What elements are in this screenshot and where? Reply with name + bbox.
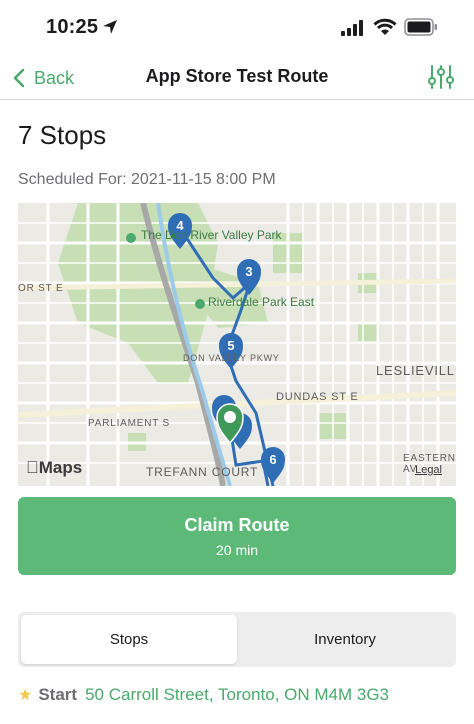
navigation-bar: Back App Store Test Route [0,56,474,100]
map-legal-link[interactable]: Legal [415,464,442,476]
map-label-street: DUNDAS ST E [276,391,359,403]
map-label-park: Riverdale Park East [208,295,315,309]
battery-icon [404,18,437,36]
star-icon: ★ [18,687,33,704]
route-duration: 20 min [215,542,259,558]
map-label-park: The Don River Valley Park [141,228,282,242]
map-label-neighbourhood: LESLIEVILLE [376,363,456,378]
scheduled-time: Scheduled For: 2021-11-15 8:00 PM [18,171,276,188]
park-icon [126,233,136,243]
status-time: 10:25 [46,16,99,38]
svg-text:3: 3 [245,264,252,279]
start-label: Start [38,685,78,704]
tab-inventory[interactable]: Inventory [237,615,453,664]
cellular-signal-icon [341,20,363,36]
stops-count-heading: 7 Stops [18,120,107,150]
view-segmented-control: Stops Inventory [18,612,456,667]
svg-text:5: 5 [227,338,234,353]
map-label-highway: DON VALLEY PKWY [183,353,280,363]
map-label-street: TREFANN COURT [146,465,259,479]
claim-route-button[interactable]: Claim Route 20 min [18,497,456,575]
route-map[interactable]: 4 3 5 6 The Don River Valley Park Riverd… [18,203,456,486]
svg-text:6: 6 [269,452,276,467]
status-bar: 10:25 [0,0,474,56]
location-arrow-icon [103,20,117,34]
maps-logo: Maps [26,458,82,477]
map-marker-6[interactable]: 6 [261,447,285,483]
claim-route-label: Claim Route [184,515,290,535]
map-label-street: PARLIAMENT S [88,418,171,429]
park-area [318,413,346,439]
park-icon [195,299,205,309]
page-title: App Store Test Route [145,66,329,86]
map-label-street: OR ST E [18,283,64,294]
wifi-icon [373,18,397,35]
start-location-row: ★ Start 50 Carroll Street, Toronto, ON M… [18,685,389,705]
tab-stops[interactable]: Stops [21,615,237,664]
map-canvas: 4 3 5 6 [18,203,456,486]
sliders-icon[interactable] [428,63,454,91]
start-address-link[interactable]: 50 Carroll Street, Toronto, ON M4M 3G3 [85,685,389,705]
